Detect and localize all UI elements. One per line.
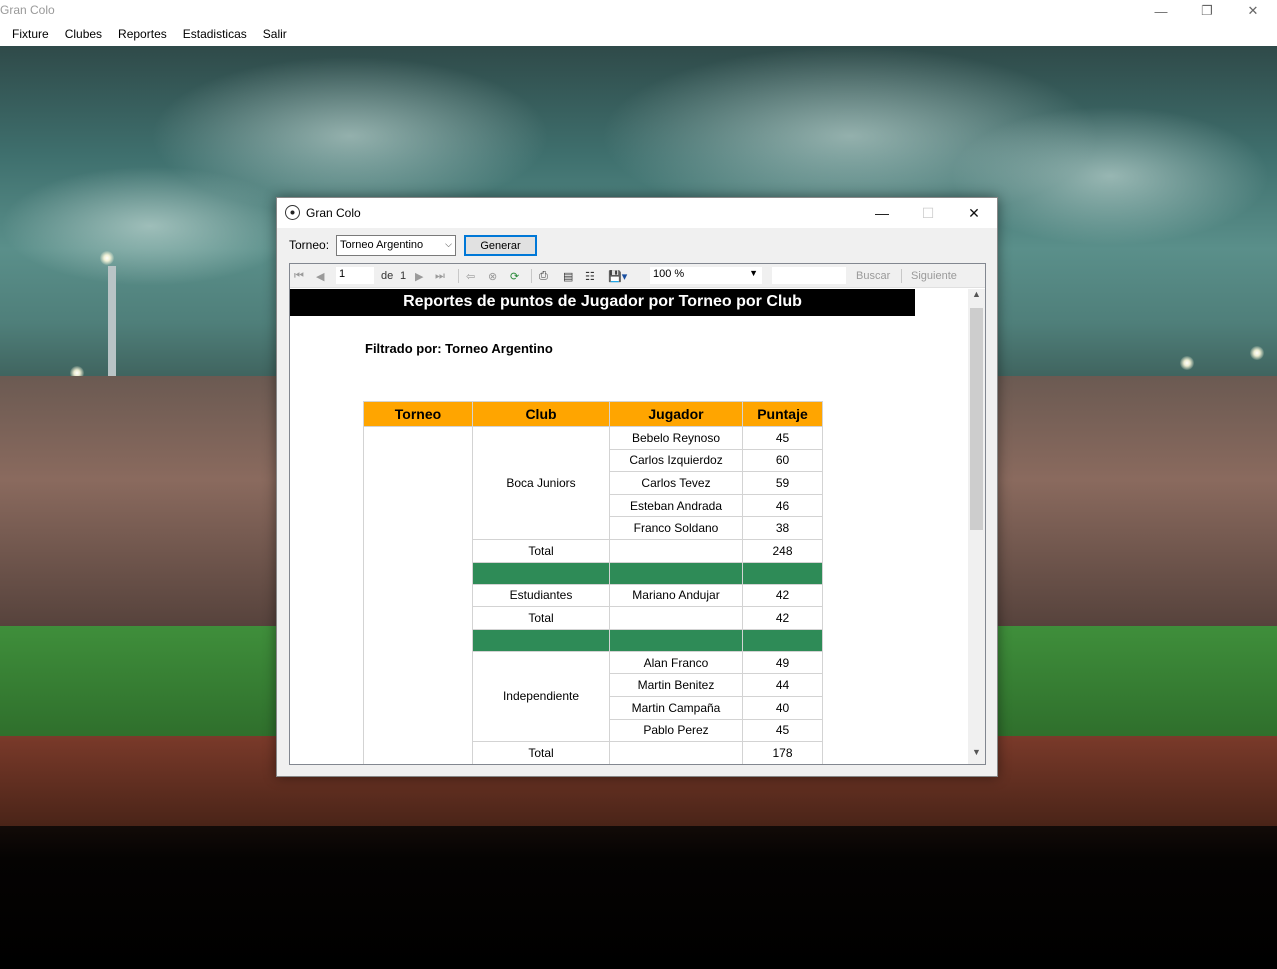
search-input[interactable] <box>772 267 846 284</box>
empty-cell <box>609 606 743 630</box>
main-titlebar: Gran Colo — ❐ ✕ <box>0 0 1277 22</box>
restore-icon: ❐ <box>1201 3 1213 18</box>
report-dialog: Gran Colo — ☐ ✕ Torneo: Torneo Argentino… <box>276 197 998 777</box>
previous-page-icon[interactable]: ◀ <box>316 268 324 284</box>
restore-button[interactable]: ❐ <box>1184 0 1230 22</box>
report-toolbar: ⏮ ◀ 1 de 1 ▶ ⏭ ⇦ ⊗ ⟳ ⎙ ▤ ☷ 💾▾ 100 % ▼ Bu… <box>290 264 985 288</box>
torneo-label: Torneo: <box>289 238 330 252</box>
score-cell: 44 <box>742 673 823 697</box>
player-cell: Carlos Tevez <box>609 471 743 495</box>
scroll-down-icon[interactable]: ▼ <box>968 747 985 764</box>
club-cell: Independiente <box>472 650 610 743</box>
next-page-icon[interactable]: ▶ <box>415 268 423 284</box>
score-cell: 45 <box>742 426 823 450</box>
menu-fixture[interactable]: Fixture <box>4 27 57 41</box>
empty-cell <box>609 741 743 764</box>
score-cell: 38 <box>742 516 823 540</box>
player-cell: Mariano Andujar <box>609 583 743 608</box>
scroll-up-icon[interactable]: ▲ <box>968 289 985 306</box>
score-cell: 42 <box>742 583 823 608</box>
report-viewer: ⏮ ◀ 1 de 1 ▶ ⏭ ⇦ ⊗ ⟳ ⎙ ▤ ☷ 💾▾ 100 % ▼ Bu… <box>289 263 986 765</box>
scroll-thumb[interactable] <box>970 308 983 530</box>
report-page: Reportes de puntos de Jugador por Torneo… <box>290 289 968 764</box>
last-page-icon[interactable]: ⏭ <box>435 268 445 284</box>
generar-button[interactable]: Generar <box>464 235 537 256</box>
close-icon: ✕ <box>968 204 980 221</box>
close-button[interactable]: ✕ <box>1230 0 1276 22</box>
col-header-club: Club <box>472 401 610 427</box>
page-setup-icon[interactable]: ☷ <box>585 268 595 284</box>
player-cell: Franco Soldano <box>609 516 743 540</box>
minimize-icon: — <box>1154 3 1168 19</box>
dialog-close-button[interactable]: ✕ <box>951 198 997 228</box>
col-header-puntaje: Puntaje <box>742 401 823 427</box>
score-cell: 46 <box>742 493 823 518</box>
close-icon: ✕ <box>1247 3 1259 18</box>
player-cell: Carlos Izquierdoz <box>609 448 743 473</box>
menu-salir[interactable]: Salir <box>255 27 295 41</box>
player-cell: Esteban Andrada <box>609 493 743 518</box>
minimize-button[interactable]: — <box>1138 0 1184 22</box>
col-header-torneo: Torneo <box>363 401 473 427</box>
torneo-select[interactable]: Torneo Argentino ⌵ <box>336 235 456 256</box>
stop-icon[interactable]: ⊗ <box>488 268 497 284</box>
zoom-select[interactable]: 100 % ▼ <box>650 267 762 284</box>
buscar-link[interactable]: Buscar <box>856 268 890 284</box>
dialog-title: Gran Colo <box>306 206 361 220</box>
player-cell: Bebelo Reynoso <box>609 426 743 450</box>
player-cell: Pablo Perez <box>609 718 743 743</box>
table-row: Boca Juniors Bebelo Reynoso 45 <box>363 425 823 764</box>
first-page-icon[interactable]: ⏮ <box>294 268 304 284</box>
player-cell: Martin Campaña <box>609 695 743 720</box>
score-cell: 45 <box>742 718 823 743</box>
dialog-titlebar: Gran Colo — ☐ ✕ <box>277 198 997 228</box>
menu-clubes[interactable]: Clubes <box>57 27 110 41</box>
refresh-icon[interactable]: ⟳ <box>510 268 519 284</box>
zoom-value: 100 % <box>653 268 685 280</box>
chevron-down-icon: ⌵ <box>445 239 452 249</box>
siguiente-link[interactable]: Siguiente <box>911 268 957 284</box>
total-label: Total <box>472 606 610 630</box>
current-page-input[interactable]: 1 <box>336 267 374 284</box>
report-filter: Filtrado por: Torneo Argentino <box>365 341 553 356</box>
print-layout-icon[interactable]: ▤ <box>563 268 573 284</box>
total-pages-label: 1 <box>400 270 407 282</box>
col-header-jugador: Jugador <box>609 401 743 427</box>
maximize-icon: ☐ <box>921 204 935 221</box>
score-cell: 49 <box>742 650 823 675</box>
report-table: Torneo Club Jugador Puntaje Boca Juniors… <box>363 401 823 764</box>
score-cell: 60 <box>742 448 823 473</box>
torneo-select-value: Torneo Argentino <box>340 239 424 251</box>
total-value: 178 <box>742 741 823 764</box>
export-icon[interactable]: 💾▾ <box>608 268 627 284</box>
soccer-ball-icon <box>285 205 300 220</box>
dialog-maximize-button: ☐ <box>905 198 951 228</box>
torneo-cell <box>363 425 473 764</box>
menu-estadisticas[interactable]: Estadisticas <box>175 27 255 41</box>
menu-reportes[interactable]: Reportes <box>110 27 175 41</box>
total-value: 248 <box>742 538 823 563</box>
menubar: Fixture Clubes Reportes Estadisticas Sal… <box>0 22 1277 46</box>
player-cell: Alan Franco <box>609 650 743 675</box>
score-cell: 59 <box>742 471 823 495</box>
total-value: 42 <box>742 606 823 630</box>
print-icon[interactable]: ⎙ <box>539 268 548 284</box>
total-label: Total <box>472 741 610 764</box>
minimize-icon: — <box>875 205 889 221</box>
club-cell: Boca Juniors <box>472 426 610 540</box>
app-title: Gran Colo <box>0 3 55 17</box>
score-cell: 40 <box>742 695 823 720</box>
total-label: Total <box>472 538 610 563</box>
chevron-down-icon: ▼ <box>749 268 758 278</box>
club-cell: Estudiantes <box>472 583 610 608</box>
player-cell: Martin Benitez <box>609 673 743 697</box>
dialog-minimize-button[interactable]: — <box>859 198 905 228</box>
back-icon[interactable]: ⇦ <box>466 268 475 284</box>
page-of-label: de <box>381 270 394 282</box>
report-title: Reportes de puntos de Jugador por Torneo… <box>290 289 915 316</box>
empty-cell <box>609 538 743 563</box>
vertical-scrollbar[interactable]: ▲ ▼ <box>968 289 985 764</box>
